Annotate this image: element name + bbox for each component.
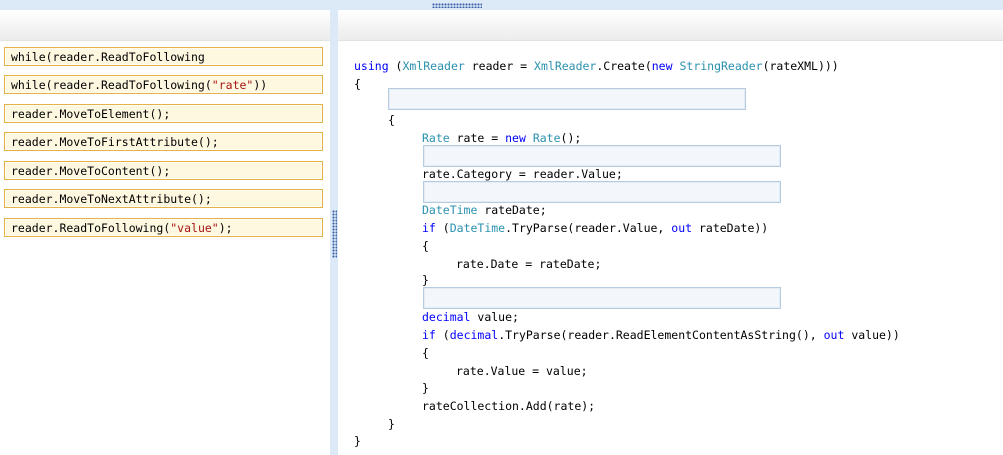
- drop-target-2[interactable]: [423, 145, 781, 167]
- option-move-to-next-attribute[interactable]: reader.MoveToNextAttribute();: [4, 189, 323, 208]
- option-move-to-first-attribute[interactable]: reader.MoveToFirstAttribute();: [4, 132, 323, 151]
- top-splitter-bar: [0, 0, 1003, 10]
- option-text: );: [218, 221, 233, 235]
- option-while-read-to-following-rate[interactable]: while(reader.ReadToFollowing("rate")): [4, 75, 323, 94]
- code-pane-header: [338, 10, 1003, 41]
- code-line-10: }: [422, 273, 429, 287]
- code-line-4: Rate rate = new Rate();: [422, 131, 582, 145]
- code-line-7: if (DateTime.TryParse(reader.Value, out …: [422, 221, 769, 235]
- code-block: using (XmlReader reader = XmlReader.Crea…: [354, 0, 900, 448]
- code-line-6: DateTime rateDate;: [422, 203, 547, 217]
- option-read-to-following-value[interactable]: reader.ReadToFollowing("value");: [4, 218, 323, 237]
- option-text: reader.MoveToContent();: [11, 164, 171, 178]
- code-line-17: }: [388, 417, 395, 431]
- drop-target-1[interactable]: [388, 88, 746, 110]
- option-text: )): [253, 78, 268, 92]
- code-line-1: using (XmlReader reader = XmlReader.Crea…: [354, 59, 839, 73]
- option-text: while(reader.ReadToFollowing(: [11, 78, 212, 92]
- code-line-18: }: [354, 434, 361, 448]
- code-line-3: {: [388, 113, 395, 127]
- code-line-15: }: [422, 381, 429, 395]
- code-line-5: rate.Category = reader.Value;: [422, 167, 623, 181]
- option-text: reader.MoveToElement();: [11, 107, 171, 121]
- option-text: reader.MoveToNextAttribute();: [11, 192, 212, 206]
- pane-resize-grip[interactable]: [332, 210, 337, 258]
- option-text: reader.MoveToFirstAttribute();: [11, 135, 219, 149]
- code-line-16: rateCollection.Add(rate);: [422, 399, 596, 413]
- code-line-14: rate.Value = value;: [456, 364, 588, 378]
- option-string: "value": [170, 221, 219, 235]
- option-move-to-element[interactable]: reader.MoveToElement();: [4, 104, 323, 123]
- code-line-12: if (decimal.TryParse(reader.ReadElementC…: [422, 328, 900, 342]
- drop-target-3[interactable]: [423, 181, 781, 203]
- option-string: "rate": [211, 78, 254, 92]
- option-text: while(reader.ReadToFollowing: [11, 50, 205, 64]
- code-line-11: decimal value;: [422, 310, 519, 324]
- option-while-read-to-following[interactable]: while(reader.ReadToFollowing: [4, 47, 323, 66]
- drop-target-4[interactable]: [423, 287, 781, 309]
- code-line-9: rate.Date = rateDate;: [456, 257, 602, 271]
- code-line-8: {: [422, 239, 429, 253]
- code-line-13: {: [422, 346, 429, 360]
- options-pane-header: [0, 10, 330, 41]
- top-splitter-grip[interactable]: [432, 3, 482, 8]
- option-move-to-content[interactable]: reader.MoveToContent();: [4, 161, 323, 180]
- code-line-2: {: [354, 77, 361, 91]
- option-text: reader.ReadToFollowing(: [11, 221, 171, 235]
